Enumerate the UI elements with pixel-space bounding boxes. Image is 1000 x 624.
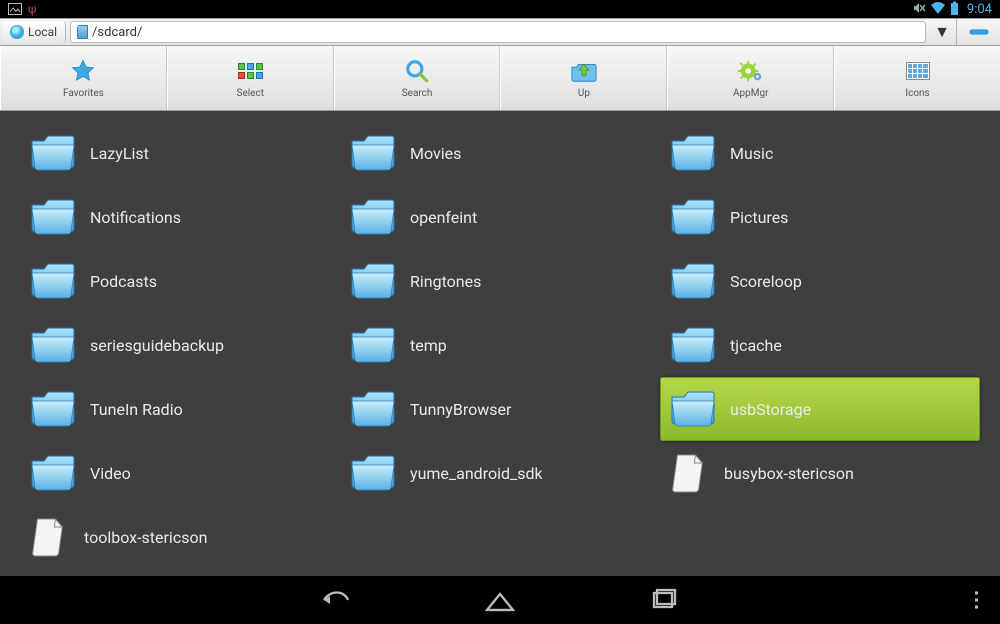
item-label: temp bbox=[410, 336, 447, 355]
item-label: Movies bbox=[410, 144, 461, 163]
toolbar-label: Icons bbox=[905, 88, 929, 99]
item-label: Podcasts bbox=[90, 272, 157, 291]
usb-icon: ψ bbox=[28, 2, 36, 16]
clock: 9:04 bbox=[967, 2, 992, 17]
select-icon bbox=[236, 57, 264, 85]
folder-item[interactable]: Scoreloop bbox=[660, 249, 980, 313]
address-bar: Local /sdcard/ ▼ bbox=[0, 18, 1000, 46]
toolbar-label: Search bbox=[402, 88, 433, 99]
item-label: seriesguidebackup bbox=[90, 336, 224, 355]
up-icon bbox=[570, 57, 598, 85]
folder-item[interactable]: temp bbox=[340, 313, 660, 377]
path-input[interactable]: /sdcard/ bbox=[70, 21, 926, 43]
home-button[interactable] bbox=[483, 586, 517, 614]
local-button[interactable]: Local bbox=[2, 21, 66, 43]
item-label: Pictures bbox=[730, 208, 788, 227]
folder-icon bbox=[670, 387, 716, 431]
folder-item[interactable]: usbStorage bbox=[660, 377, 980, 441]
folder-item[interactable]: Podcasts bbox=[20, 249, 340, 313]
gallery-icon bbox=[8, 0, 22, 19]
folder-icon bbox=[30, 323, 76, 367]
folder-item[interactable]: LazyList bbox=[20, 121, 340, 185]
minus-icon bbox=[970, 30, 988, 34]
item-label: tjcache bbox=[730, 336, 782, 355]
appmgr-button[interactable]: AppMgr bbox=[667, 46, 834, 110]
folder-item[interactable]: Movies bbox=[340, 121, 660, 185]
toolbar: Favorites Select Search Up AppMgr Icons bbox=[0, 46, 1000, 111]
favorites-button[interactable]: Favorites bbox=[0, 46, 167, 110]
folder-item[interactable]: TuneIn Radio bbox=[20, 377, 340, 441]
status-bar: ψ 9:04 bbox=[0, 0, 1000, 18]
bookmark-button[interactable] bbox=[956, 19, 1000, 45]
grid-icon bbox=[904, 57, 932, 85]
folder-item[interactable]: yume_android_sdk bbox=[340, 441, 660, 505]
item-label: Video bbox=[90, 464, 131, 483]
wifi-icon bbox=[930, 0, 946, 19]
item-label: yume_android_sdk bbox=[410, 464, 543, 483]
folder-icon bbox=[670, 259, 716, 303]
item-label: TunnyBrowser bbox=[410, 400, 511, 419]
item-label: LazyList bbox=[90, 144, 149, 163]
folder-icon bbox=[350, 131, 396, 175]
search-icon bbox=[403, 57, 431, 85]
toolbar-label: Favorites bbox=[63, 88, 104, 99]
file-item[interactable]: busybox-stericson bbox=[660, 441, 980, 505]
path-text: /sdcard/ bbox=[92, 25, 142, 40]
item-label: Notifications bbox=[90, 208, 181, 227]
sdcard-icon bbox=[77, 25, 88, 39]
item-label: Ringtones bbox=[410, 272, 481, 291]
back-button[interactable] bbox=[319, 586, 353, 614]
toolbar-label: Select bbox=[237, 88, 264, 99]
file-icon bbox=[30, 515, 70, 559]
battery-icon bbox=[950, 0, 959, 19]
folder-item[interactable]: Video bbox=[20, 441, 340, 505]
folder-item[interactable]: Notifications bbox=[20, 185, 340, 249]
system-nav-bar bbox=[0, 576, 1000, 624]
star-icon bbox=[69, 57, 97, 85]
toolbar-label: Up bbox=[578, 88, 590, 99]
folder-item[interactable]: Music bbox=[660, 121, 980, 185]
file-item[interactable]: toolbox-stericson bbox=[20, 505, 340, 569]
icons-button[interactable]: Icons bbox=[834, 46, 1000, 110]
search-button[interactable]: Search bbox=[334, 46, 501, 110]
folder-icon bbox=[350, 323, 396, 367]
item-label: openfeint bbox=[410, 208, 477, 227]
folder-item[interactable]: Ringtones bbox=[340, 249, 660, 313]
folder-item[interactable]: Pictures bbox=[660, 185, 980, 249]
gear-icon bbox=[737, 57, 765, 85]
folder-icon bbox=[350, 195, 396, 239]
folder-icon bbox=[30, 451, 76, 495]
folder-icon bbox=[670, 323, 716, 367]
item-label: usbStorage bbox=[730, 400, 811, 419]
folder-icon bbox=[30, 387, 76, 431]
recent-button[interactable] bbox=[647, 586, 681, 614]
local-label: Local bbox=[28, 25, 57, 39]
folder-icon bbox=[350, 451, 396, 495]
toolbar-label: AppMgr bbox=[733, 88, 769, 99]
folder-item[interactable]: tjcache bbox=[660, 313, 980, 377]
overflow-button[interactable] bbox=[975, 592, 978, 609]
folder-item[interactable]: TunnyBrowser bbox=[340, 377, 660, 441]
folder-item[interactable]: seriesguidebackup bbox=[20, 313, 340, 377]
path-dropdown[interactable]: ▼ bbox=[928, 19, 956, 45]
item-label: toolbox-stericson bbox=[84, 528, 207, 547]
select-button[interactable]: Select bbox=[167, 46, 334, 110]
up-button[interactable]: Up bbox=[500, 46, 667, 110]
folder-icon bbox=[30, 131, 76, 175]
folder-item[interactable]: openfeint bbox=[340, 185, 660, 249]
folder-icon bbox=[670, 195, 716, 239]
folder-icon bbox=[30, 195, 76, 239]
folder-icon bbox=[350, 387, 396, 431]
local-icon bbox=[10, 25, 24, 39]
item-label: Music bbox=[730, 144, 773, 163]
item-label: TuneIn Radio bbox=[90, 400, 183, 419]
folder-icon bbox=[30, 259, 76, 303]
mute-icon bbox=[912, 0, 926, 19]
folder-icon bbox=[670, 131, 716, 175]
file-grid[interactable]: LazyList Movies Music Notifications open… bbox=[0, 111, 1000, 576]
folder-icon bbox=[350, 259, 396, 303]
item-label: busybox-stericson bbox=[724, 464, 854, 483]
file-icon bbox=[670, 451, 710, 495]
item-label: Scoreloop bbox=[730, 272, 802, 291]
